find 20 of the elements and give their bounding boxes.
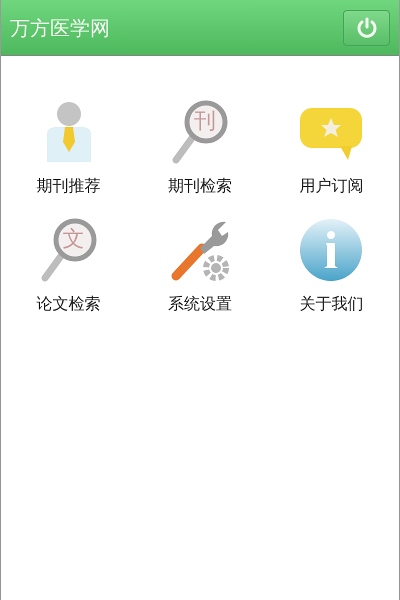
info-icon [299, 218, 364, 282]
menu-label: 期刊推荐 [36, 175, 101, 197]
menu-item[interactable]: 期刊推荐 [3, 98, 134, 198]
menu-item[interactable]: 用户订阅 [266, 98, 397, 198]
menu-label: 关于我们 [299, 293, 364, 315]
menu-label: 用户订阅 [299, 175, 364, 197]
menu-label: 期刊检索 [168, 175, 232, 197]
menu-item[interactable]: 文 论文检索 [3, 216, 134, 316]
menu-item[interactable]: 关于我们 [266, 216, 397, 316]
power-button[interactable] [343, 10, 390, 46]
magnifier-glyph: 文 [62, 227, 85, 253]
menu-label: 系统设置 [168, 293, 232, 315]
magnifier-icon [38, 218, 99, 282]
menu-item[interactable]: 系统设置 [134, 216, 266, 316]
menu-label: 论文检索 [36, 293, 101, 315]
power-icon [356, 16, 378, 38]
app-title: 万方医学网 [10, 14, 110, 42]
menu-item[interactable]: 刊 期刊检索 [134, 98, 266, 198]
magnifier-icon [170, 100, 230, 164]
magnifier-glyph: 刊 [194, 109, 216, 135]
